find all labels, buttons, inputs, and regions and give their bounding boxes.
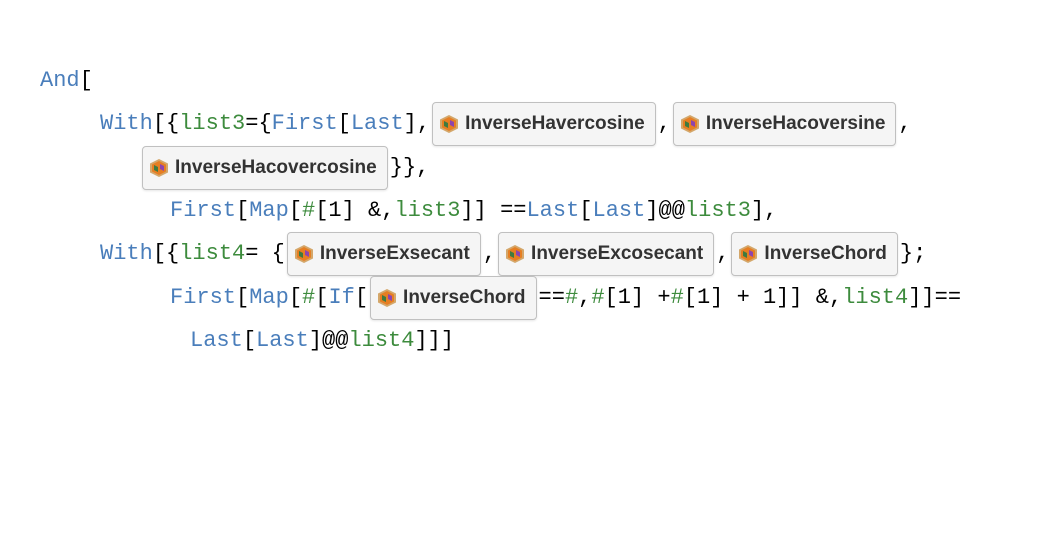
bracket: [ [315, 277, 328, 319]
slot: # [302, 277, 315, 319]
equals: = [245, 103, 258, 145]
bracket: [ [153, 103, 166, 145]
kw-if: If [328, 277, 354, 319]
suffix: [1] + [605, 277, 671, 319]
slot: # [302, 190, 315, 232]
suffix: }; [900, 233, 926, 275]
resource-label: InverseHacoversine [706, 106, 886, 142]
bracket: ]] == [460, 190, 526, 232]
var-list3: list3 [394, 190, 460, 232]
kw-with: With [100, 103, 153, 145]
resource-inverse-chord: InverseChord [731, 232, 897, 276]
bracket: ] [921, 277, 934, 319]
kw-last: Last [256, 320, 309, 362]
kw-and: And [40, 60, 80, 102]
bracket: [ [236, 190, 249, 232]
rbrace: } [403, 147, 416, 189]
resource-label: InverseHacovercosine [175, 150, 377, 186]
comma: , [898, 103, 911, 145]
kw-first: First [170, 190, 236, 232]
bracket: [ [579, 190, 592, 232]
var-list4: list4 [842, 277, 908, 319]
var-list3: list3 [685, 190, 751, 232]
resource-icon [294, 244, 314, 264]
at: @@ [659, 190, 685, 232]
comma: , [578, 277, 591, 319]
bracket: [ [355, 277, 368, 319]
kw-map: Map [249, 277, 289, 319]
equals: = { [245, 233, 285, 275]
code-line-2: With [ { list3 = { First [ Last ] , Inve… [40, 102, 1004, 146]
code-line-1: And [ [40, 60, 1004, 102]
bracket: { [258, 103, 271, 145]
resource-icon [738, 244, 758, 264]
slot: # [671, 277, 684, 319]
resource-label: InverseExcosecant [531, 236, 703, 272]
bracket: [ [236, 277, 249, 319]
code-line-4: First [ Map [ # [1] &, list3 ]] == Last … [40, 190, 1004, 232]
resource-inverse-hacoversine: InverseHacoversine [673, 102, 897, 146]
comma: , [658, 103, 671, 145]
kw-last: Last [593, 190, 646, 232]
eqeq: == [935, 277, 961, 319]
slot: # [565, 277, 578, 319]
kw-with: With [100, 233, 153, 275]
comma: , [716, 233, 729, 275]
resource-inverse-exsecant: InverseExsecant [287, 232, 481, 276]
comma: , [764, 190, 777, 232]
var-list4: list4 [179, 233, 245, 275]
kw-last: Last [526, 190, 579, 232]
kw-last: Last [190, 320, 243, 362]
bracket: [ [243, 320, 256, 362]
bracket: [ [289, 277, 302, 319]
code-line-6: First [ Map [ # [ If [ InverseChord == #… [40, 276, 1004, 320]
kw-last: Last [351, 103, 404, 145]
resource-inverse-chord-2: InverseChord [370, 276, 536, 320]
comma: , [416, 147, 429, 189]
resource-label: InverseChord [403, 280, 525, 316]
resource-icon [505, 244, 525, 264]
bracket: ] [751, 190, 764, 232]
var-list4: list4 [348, 320, 414, 362]
resource-label: InverseExsecant [320, 236, 470, 272]
code-block: And [ With [ { list3 = { First [ Last ] … [40, 60, 1004, 362]
resource-icon [377, 288, 397, 308]
bracket: [ [289, 190, 302, 232]
bracket: { [166, 233, 179, 275]
resource-icon [680, 114, 700, 134]
code-line-7: Last [ Last ] @@ list4 ]]] [40, 320, 1004, 362]
resource-inverse-havercosine: InverseHavercosine [432, 102, 656, 146]
bracket: ] [645, 190, 658, 232]
resource-label: InverseHavercosine [465, 106, 645, 142]
kw-map: Map [249, 190, 289, 232]
kw-first: First [170, 277, 236, 319]
comma: , [483, 233, 496, 275]
resource-inverse-excosecant: InverseExcosecant [498, 232, 714, 276]
kw-first: First [272, 103, 338, 145]
comma: , [417, 103, 430, 145]
resource-icon [439, 114, 459, 134]
rbrace: } [390, 147, 403, 189]
suffix: ]]] [414, 320, 454, 362]
bracket: [ [80, 60, 93, 102]
code-line-5: With [ { list4 = { InverseExsecant , Inv… [40, 232, 1004, 276]
resource-icon [149, 158, 169, 178]
suffix2: [1] + 1]] &, [684, 277, 842, 319]
bracket: { [166, 103, 179, 145]
resource-label: InverseChord [764, 236, 886, 272]
slot: # [591, 277, 604, 319]
code-line-3: InverseHacovercosine } } , [40, 146, 1004, 190]
bracket: ] [309, 320, 322, 362]
bracket: [ [153, 233, 166, 275]
resource-inverse-hacovercosine: InverseHacovercosine [142, 146, 388, 190]
bracket: [ [338, 103, 351, 145]
suffix: [1] &, [315, 190, 394, 232]
bracket: ] [404, 103, 417, 145]
var-list3: list3 [179, 103, 245, 145]
eq: == [539, 277, 565, 319]
at: @@ [322, 320, 348, 362]
bracket: ] [908, 277, 921, 319]
